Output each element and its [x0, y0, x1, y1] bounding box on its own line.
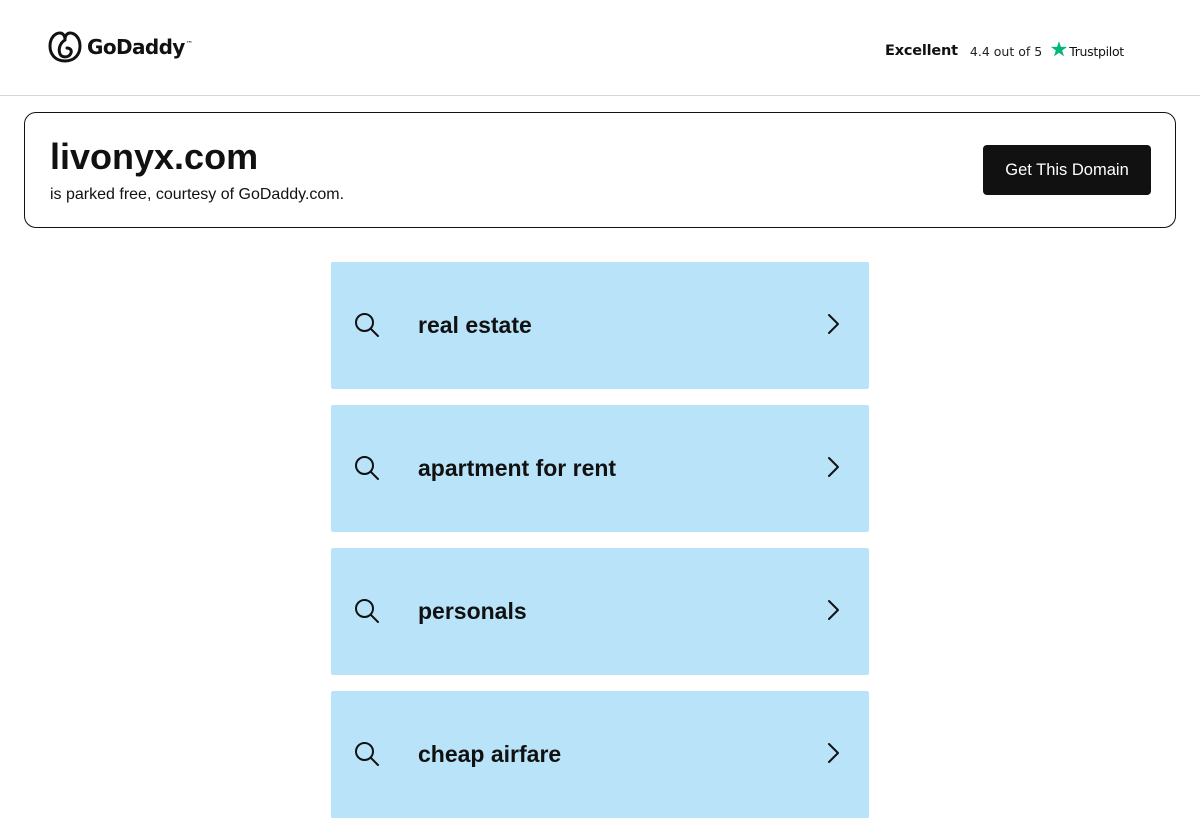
search-result-personals[interactable]: personals	[331, 548, 869, 675]
rating-score: 4.4 out of 5	[969, 43, 1043, 59]
search-result-label: personals	[418, 598, 527, 624]
search-result-cheap-airfare[interactable]: cheap airfare	[331, 691, 869, 818]
get-this-domain-button[interactable]: Get This Domain	[983, 145, 1151, 195]
domain-name: livonyx.com	[50, 136, 259, 177]
parked-subtitle: is parked free, courtesy of GoDaddy.com.	[50, 186, 345, 203]
rating-label: Excellent	[885, 43, 958, 59]
search-icon	[355, 456, 379, 480]
domain-card: livonyx.com is parked free, courtesy of …	[24, 112, 1176, 228]
godaddy-logo-icon	[48, 31, 82, 63]
logo-trademark: ™	[185, 40, 193, 48]
trustpilot-rating[interactable]: Excellent 4.4 out of 5 Trustpilot	[885, 40, 1124, 62]
search-result-label: real estate	[418, 312, 532, 338]
related-search-list: real estate apartment for rent personals…	[331, 262, 869, 834]
godaddy-logo-link[interactable]: GoDaddy™	[48, 31, 193, 63]
search-icon	[355, 313, 379, 337]
trustpilot-brand: Trustpilot	[1069, 43, 1124, 59]
logo-wordmark: GoDaddy™	[87, 35, 193, 59]
search-icon	[355, 599, 379, 623]
search-result-real-estate[interactable]: real estate	[331, 262, 869, 389]
chevron-right-icon	[828, 743, 839, 763]
search-result-apartment-for-rent[interactable]: apartment for rent	[331, 405, 869, 532]
search-result-label: apartment for rent	[418, 455, 617, 481]
chevron-right-icon	[828, 600, 839, 620]
search-icon	[355, 742, 379, 766]
site-header: GoDaddy™ Excellent 4.4 out of 5 Trustpil…	[0, 0, 1200, 96]
chevron-right-icon	[828, 457, 839, 477]
trustpilot-star-icon	[1051, 41, 1068, 57]
search-result-label: cheap airfare	[418, 741, 562, 767]
chevron-right-icon	[828, 314, 839, 334]
